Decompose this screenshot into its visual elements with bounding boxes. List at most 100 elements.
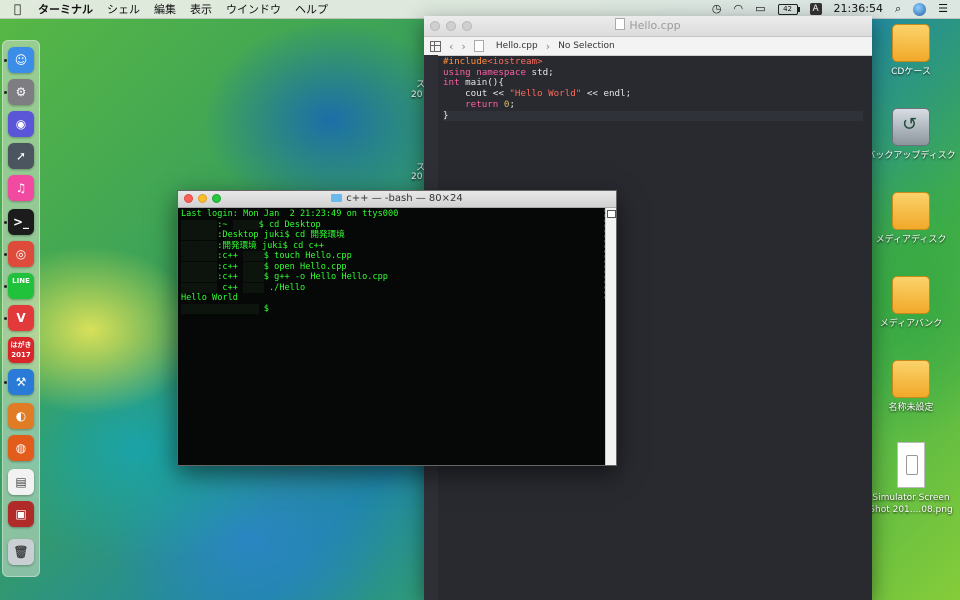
terminal-line: xxxxxxx c++ xxxx ./Hello <box>181 282 601 294</box>
redacted-text: xxxxxxx <box>181 219 218 230</box>
back-chevron-icon[interactable]: ‹ <box>449 40 453 53</box>
terminal-text: :Desktop juki$ cd 開発環境 <box>217 230 345 240</box>
terminal-text: $ touch Hello.cpp <box>263 251 352 261</box>
code-token: << endl; <box>581 88 632 100</box>
dock-system-preferences-icon[interactable]: ⚙ <box>8 79 34 105</box>
code-token: using <box>443 66 471 78</box>
editor-titlebar[interactable]: Hello.cpp <box>424 16 872 37</box>
forward-chevron-icon[interactable]: › <box>461 40 465 53</box>
code-token: } <box>443 109 449 121</box>
terminal-scrollbar[interactable] <box>605 208 616 465</box>
dock-preview-icon[interactable]: ▤ <box>8 469 34 495</box>
code-line[interactable]: return 0; <box>443 98 863 111</box>
desktop-icon[interactable]: バックアップディスク <box>866 108 956 162</box>
zoom-button[interactable] <box>212 194 221 203</box>
redacted-text: xxxxxxxxxxxxxxx <box>181 303 259 314</box>
minimize-button[interactable] <box>446 21 456 31</box>
dock-itunes-icon[interactable]: ♫ <box>8 175 34 201</box>
code-token: return <box>465 98 499 110</box>
related-items-icon[interactable] <box>430 40 441 52</box>
terminal-text: $ g++ -o Hello Hello.cpp <box>263 272 388 282</box>
terminal-text: $ open Hello.cpp <box>263 261 347 272</box>
dock-blender-icon[interactable]: ◐ <box>8 403 34 429</box>
terminal-line: xxxxxxx:c++ xxxx$ open Hello.cpp <box>181 261 601 273</box>
desktop-icon[interactable]: メディアディスク <box>866 192 956 246</box>
cpp-file-icon <box>615 18 626 30</box>
terminal-text: Hello World <box>181 293 238 303</box>
menu-help[interactable]: ヘルプ <box>295 1 328 17</box>
desktop-icon[interactable]: メディアバンク <box>866 276 956 330</box>
source-code[interactable]: #include<iostream> using namespace std; in… <box>443 56 863 122</box>
dock-finder-icon[interactable]: ☺ <box>8 47 34 73</box>
cpp-file-icon <box>473 40 484 52</box>
scroll-indicator-icon[interactable] <box>607 210 616 218</box>
disk-icon <box>892 192 930 230</box>
terminal-window[interactable]: c++ — -bash — 80×24 Last login: Mon Jan … <box>177 190 617 466</box>
editor-window-controls <box>430 21 472 31</box>
dock-trash-icon[interactable]: 🗑 <box>8 539 34 565</box>
terminal-line: xxxxxxx:開発環境 juki$ cd c++ <box>181 240 601 252</box>
dock-xcode-icon[interactable]: ⚒ <box>8 369 34 395</box>
dock-siri-icon[interactable]: ◉ <box>8 111 34 137</box>
dock-photo-booth-icon[interactable]: ▣ <box>8 501 34 527</box>
dock-firefox-icon[interactable]: ◍ <box>8 435 34 461</box>
jump-bar: ‹ › Hello.cpp › No Selection <box>424 37 872 56</box>
terminal-titlebar[interactable]: c++ — -bash — 80×24 <box>178 191 616 208</box>
dock-terminal-icon[interactable]: >_ <box>8 209 34 235</box>
desktop-icon-label: メディアディスク <box>875 235 947 245</box>
terminal-line: xxxxxxx:~ xxxxx$ cd Desktop <box>181 219 601 231</box>
folder-icon <box>331 194 343 202</box>
terminal-line: Last login: Mon Jan 2 21:23:49 on ttys00… <box>181 209 601 220</box>
menu-window[interactable]: ウインドウ <box>226 1 281 17</box>
input-source-icon[interactable]: A <box>809 3 822 15</box>
running-indicator <box>4 253 7 256</box>
code-line[interactable]: } <box>443 109 863 122</box>
menu-app-terminal[interactable]: ターミナル <box>38 1 93 17</box>
dock-vivaldi-icon[interactable]: V <box>8 305 34 331</box>
notification-center-icon[interactable]: ☰ <box>938 0 948 18</box>
desktop-icon-label: 名称未設定 <box>888 403 934 413</box>
dock-hagaki-icon[interactable]: はがき 2017 <box>8 337 34 363</box>
menu-view[interactable]: 表示 <box>190 1 212 17</box>
image-file-icon <box>897 442 925 488</box>
breadcrumb-selection[interactable]: No Selection <box>558 41 615 51</box>
terminal-line: xxxxxxx:Desktop juki$ cd 開発環境 <box>181 230 601 241</box>
code-token: #include <box>443 56 488 67</box>
dock-chrome-icon[interactable]: ◎ <box>8 241 34 267</box>
redacted-text: xxxxx <box>232 219 259 230</box>
terminal-line: xxxxxxx:c++ xxxx$ g++ -o Hello Hello.cpp <box>181 272 601 283</box>
redacted-text: xxxx <box>243 261 264 272</box>
desktop-icon[interactable]: 名称未設定 <box>866 360 956 414</box>
zoom-button[interactable] <box>462 21 472 31</box>
dock-line-icon[interactable]: LINE <box>8 273 34 299</box>
close-button[interactable] <box>184 194 193 203</box>
code-line[interactable]: using namespace std; <box>443 66 863 79</box>
menu-edit[interactable]: 編集 <box>154 1 176 17</box>
redacted-text: xxxxxxx <box>181 240 218 251</box>
minimize-button[interactable] <box>198 194 207 203</box>
terminal-text: :c++ <box>217 261 244 272</box>
dock-launchpad-icon[interactable]: ➚ <box>8 143 34 169</box>
desktop-partial-label: 20 <box>411 172 423 182</box>
apple-menu-icon[interactable]:  <box>14 2 28 16</box>
redacted-text: xxxxxxx <box>181 282 218 293</box>
time-machine-disk-icon <box>892 108 930 146</box>
running-indicator <box>4 59 7 62</box>
close-button[interactable] <box>430 21 440 31</box>
redacted-text: xxxxxxx <box>181 251 218 261</box>
user-avatar-icon[interactable] <box>913 2 927 16</box>
terminal-text: c++ <box>217 282 244 293</box>
desktop-icon[interactable]: CDケース <box>866 24 956 78</box>
redacted-text: xxxx <box>243 251 264 261</box>
desktop-partial-label: 20 <box>411 90 423 100</box>
spotlight-search-icon[interactable]: ⌕ <box>895 0 901 18</box>
battery-icon[interactable]: 42 <box>777 3 800 15</box>
menu-shell[interactable]: シェル <box>107 1 140 17</box>
desktop-icon[interactable]: Simulator Screen Shot 201....08.png <box>866 442 956 516</box>
breadcrumb-file[interactable]: Hello.cpp <box>496 41 538 51</box>
terminal-text: $ cd Desktop <box>258 219 321 230</box>
terminal-title: c++ — -bash — 80×24 <box>346 193 463 204</box>
disk-icon <box>892 276 930 314</box>
code-token: "Hello World" <box>509 88 582 100</box>
terminal-output[interactable]: Last login: Mon Jan 2 21:23:49 on ttys00… <box>181 209 601 314</box>
